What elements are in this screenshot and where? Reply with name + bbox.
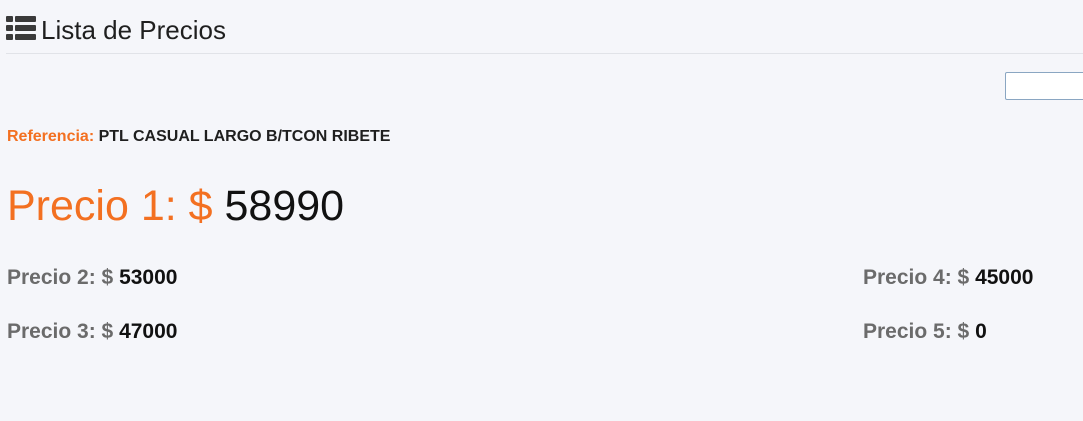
precio-2-value: 53000 [119, 266, 178, 289]
precio-4-label: Precio 4: $ [863, 266, 970, 289]
page-title: Lista de Precios [41, 15, 226, 45]
search-input[interactable] [1005, 72, 1083, 100]
precio-5-value: 0 [975, 320, 987, 343]
precio-3-value: 47000 [119, 320, 178, 343]
referencia-label: Referencia: [7, 128, 95, 145]
precio-2: Precio 2: $ 53000 [7, 265, 177, 291]
precio-2-label: Precio 2: $ [7, 266, 114, 289]
precio-4: Precio 4: $ 45000 [863, 265, 1033, 291]
precio-5-label: Precio 5: $ [863, 320, 970, 343]
precio-3: Precio 3: $ 47000 [7, 319, 177, 345]
precio-5: Precio 5: $ 0 [863, 319, 987, 345]
referencia-row: Referencia: PTL CASUAL LARGO B/TCON RIBE… [7, 127, 390, 147]
referencia-value: PTL CASUAL LARGO B/TCON RIBETE [98, 128, 391, 145]
precio-4-value: 45000 [975, 266, 1034, 289]
page-header: Lista de Precios [6, 12, 1083, 54]
precio-1: Precio 1: $ 58990 [7, 180, 344, 232]
precio-3-label: Precio 3: $ [7, 320, 114, 343]
precio-1-value: 58990 [224, 182, 345, 230]
precio-1-label: Precio 1: $ [7, 182, 213, 230]
list-icon [6, 16, 36, 40]
